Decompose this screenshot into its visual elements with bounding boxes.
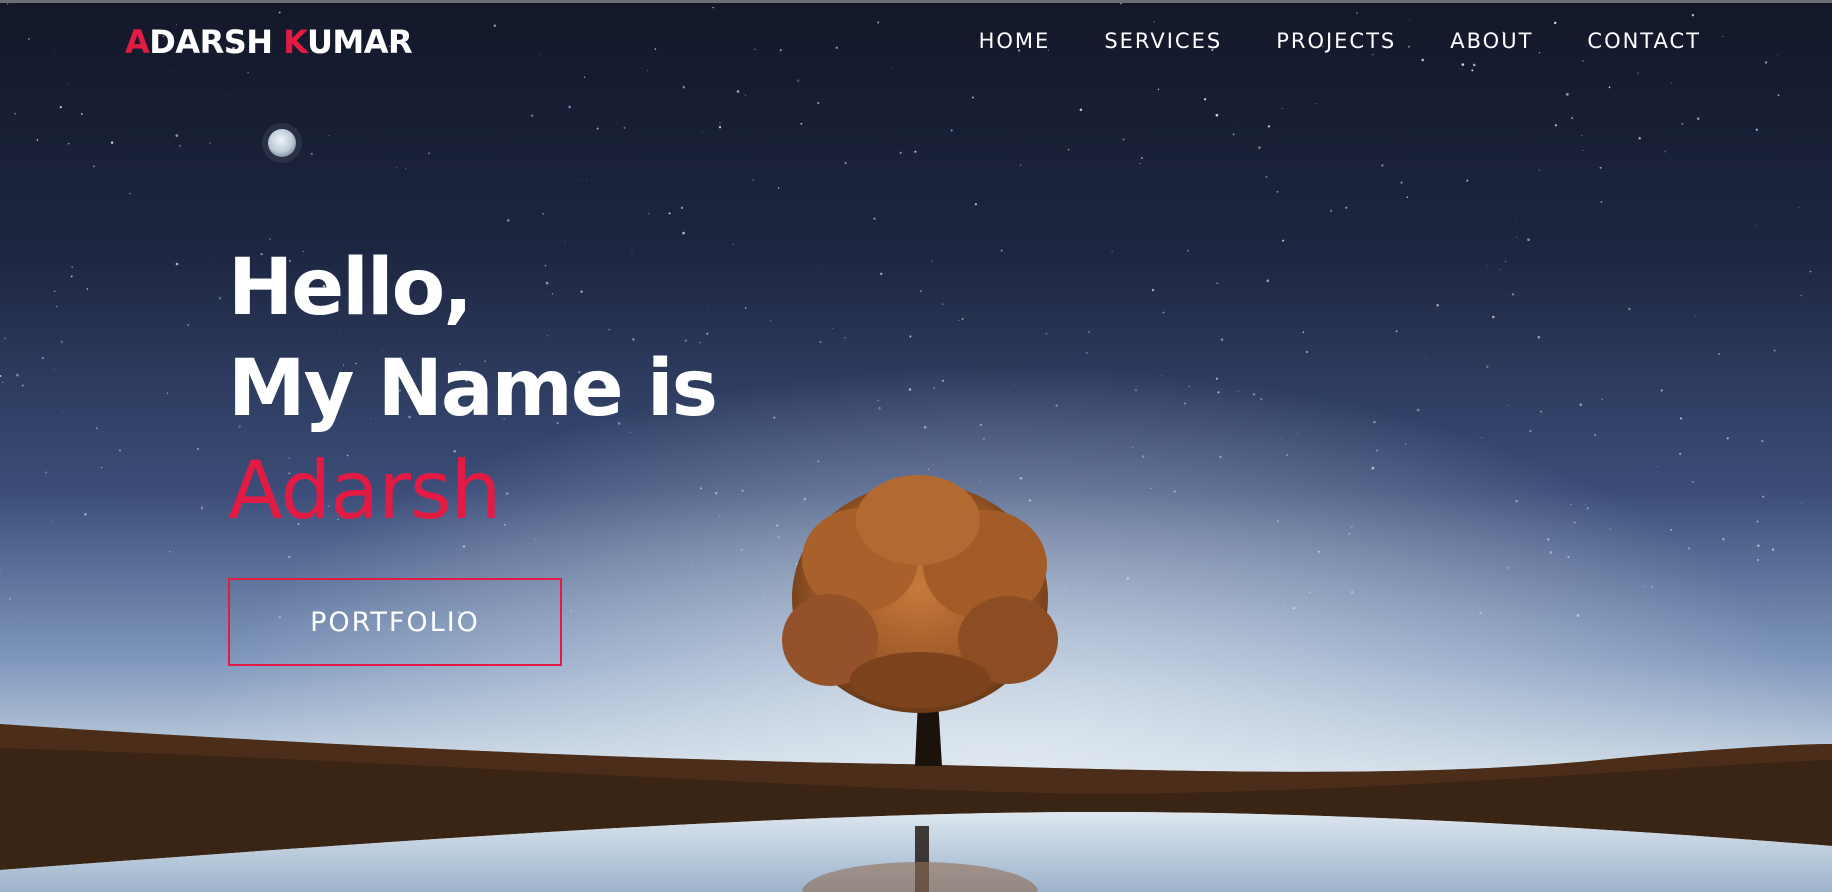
nav-link-projects[interactable]: PROJECTS (1276, 24, 1396, 58)
logo-last-name-rest: UMAR (306, 23, 413, 61)
hero-heading: Hello, My Name is Adarsh (228, 238, 718, 541)
nav-link-about[interactable]: ABOUT (1450, 24, 1533, 58)
page: ADARSH KUMAR HOME SERVICES PROJECTS ABOU… (0, 0, 1832, 892)
hero-greeting: Hello, (228, 243, 473, 333)
hero-name: Adarsh (228, 444, 501, 537)
logo-first-name-rest: DARSH (149, 23, 284, 61)
logo-last-initial: K (283, 23, 307, 61)
site-logo[interactable]: ADARSH KUMAR (125, 20, 413, 64)
portfolio-button[interactable]: PORTFOLIO (228, 578, 562, 666)
logo-first-initial: A (125, 23, 150, 61)
browser-top-border (0, 0, 1832, 3)
hero-intro: My Name is (228, 344, 718, 434)
nav-links: HOME SERVICES PROJECTS ABOUT CONTACT (979, 24, 1701, 58)
nav-link-home[interactable]: HOME (979, 24, 1051, 58)
nav-link-services[interactable]: SERVICES (1104, 24, 1222, 58)
navbar: ADARSH KUMAR HOME SERVICES PROJECTS ABOU… (0, 0, 1832, 84)
nav-link-contact[interactable]: CONTACT (1587, 24, 1701, 58)
